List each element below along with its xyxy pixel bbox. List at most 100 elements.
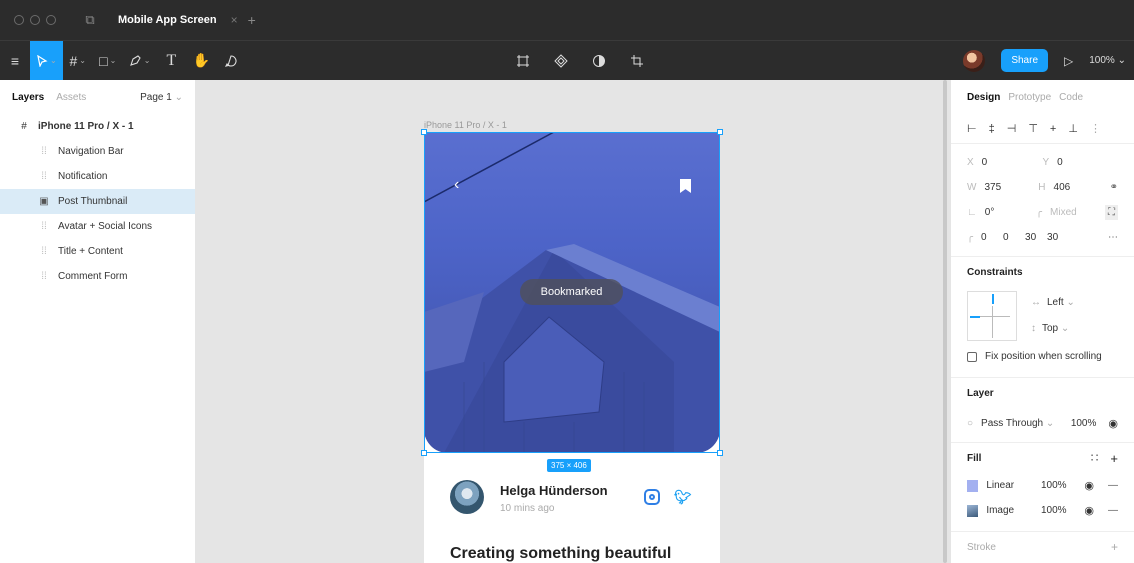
width-field[interactable]: W 375	[967, 182, 1038, 193]
fix-position-checkbox[interactable]	[967, 351, 977, 362]
corner-tl[interactable]: 0	[981, 232, 1003, 243]
corner-radius-value: Mixed	[1050, 207, 1077, 218]
vertical-arrows-icon: ↕	[1031, 323, 1036, 334]
tab-design[interactable]: Design	[967, 92, 1000, 103]
post-thumbnail-image[interactable]: ‹ Bookmarked	[424, 132, 720, 453]
zoom-level-dropdown[interactable]: 100% ⌄	[1089, 55, 1126, 66]
blend-mode-dropdown[interactable]: Pass Through ⌄	[981, 418, 1054, 429]
rotation-value: 0°	[984, 207, 995, 218]
fill-styles-icon[interactable]: ∷	[1091, 451, 1099, 465]
tab-layers[interactable]: Layers	[12, 92, 44, 103]
stroke-title: Stroke +	[951, 532, 1134, 562]
layer-avatar-social-icons[interactable]: ⁞⁞ Avatar + Social Icons	[0, 214, 195, 239]
tab-code[interactable]: Code	[1059, 92, 1083, 103]
layer-post-thumbnail[interactable]: ▣ Post Thumbnail	[0, 189, 195, 214]
align-bottom-icon[interactable]: ⊥	[1068, 122, 1078, 135]
height-field[interactable]: H 406	[1038, 182, 1109, 193]
image-swatch[interactable]	[967, 504, 979, 517]
close-window-button[interactable]	[14, 15, 24, 25]
add-stroke-icon[interactable]: +	[1111, 540, 1118, 554]
phone-frame[interactable]: ‹ Bookmarked Helga Hünderson 10 mins ago…	[424, 132, 720, 563]
layer-frame[interactable]: # iPhone 11 Pro / X - 1	[0, 114, 195, 139]
vertical-constraint-dropdown[interactable]: ↕ Top ⌄	[1031, 323, 1069, 334]
x-field[interactable]: X0	[967, 157, 1043, 168]
layer-label: Post Thumbnail	[58, 196, 128, 207]
corner-tr[interactable]: 0	[1003, 232, 1025, 243]
page-selector[interactable]: Page 1 ⌄	[140, 92, 183, 103]
tab-prototype[interactable]: Prototype	[1008, 92, 1051, 103]
align-top-icon[interactable]: ⊤	[1028, 122, 1038, 135]
back-chevron-icon[interactable]: ‹	[454, 176, 459, 194]
layer-comment-form[interactable]: ⁞⁞ Comment Form	[0, 264, 195, 289]
tab-assets[interactable]: Assets	[56, 92, 86, 103]
eye-icon[interactable]: ◉	[1108, 417, 1118, 430]
layer-section: Layer ○ Pass Through ⌄ 100% ◉	[951, 377, 1134, 438]
share-button[interactable]: Share	[1001, 49, 1049, 72]
remove-fill-icon[interactable]: —	[1108, 480, 1118, 491]
independent-corners-icon[interactable]: ⛶	[1105, 205, 1118, 220]
file-tab[interactable]: Mobile App Screen ×	[118, 6, 238, 34]
linear-swatch[interactable]	[967, 479, 979, 492]
align-center-v-icon[interactable]: +	[1050, 123, 1056, 135]
chevron-down-icon: ⌄	[109, 56, 117, 65]
frame-tool-button[interactable]: # ⌄	[63, 41, 93, 80]
crop-button[interactable]	[622, 41, 652, 80]
layer-notification[interactable]: ⁞⁞ Notification	[0, 164, 195, 189]
layer-navigation-bar[interactable]: ⁞⁞ Navigation Bar	[0, 139, 195, 164]
rotation-field[interactable]: ∟ 0°	[967, 207, 1036, 218]
minimize-window-button[interactable]	[30, 15, 40, 25]
mask-button[interactable]	[584, 41, 614, 80]
fill-title: Fill ∷ +	[951, 443, 1134, 473]
canvas[interactable]: iPhone 11 Pro / X - 1 ‹ Bookmarked Helga	[196, 80, 950, 563]
add-fill-icon[interactable]: +	[1110, 451, 1118, 466]
text-tool-button[interactable]: T	[156, 41, 186, 80]
instagram-icon[interactable]	[644, 489, 660, 505]
align-right-icon[interactable]: ⊣	[1007, 122, 1017, 135]
frame-label[interactable]: iPhone 11 Pro / X - 1	[424, 120, 507, 130]
corner-br[interactable]: 30	[1025, 232, 1047, 243]
twitter-icon[interactable]: 🐦︎	[674, 489, 692, 506]
author-name: Helga Hünderson	[500, 483, 608, 498]
group-icon: ⁞⁞	[41, 246, 47, 257]
close-tab-icon[interactable]: ×	[231, 13, 238, 27]
corner-radius-field[interactable]: ╭ Mixed	[1036, 207, 1105, 218]
create-component-button[interactable]	[508, 41, 538, 80]
maximize-window-button[interactable]	[46, 15, 56, 25]
text-icon: T	[166, 51, 177, 69]
remove-fill-icon[interactable]: —	[1108, 505, 1118, 516]
align-center-h-icon[interactable]: ‡	[989, 123, 995, 135]
layer-title-content[interactable]: ⁞⁞ Title + Content	[0, 239, 195, 264]
fill-section: Fill ∷ + Linear 100% ◉ — Image 100% ◉ —	[951, 442, 1134, 523]
eye-icon[interactable]: ◉	[1084, 504, 1094, 517]
hand-tool-button[interactable]: ✋	[186, 41, 216, 80]
fix-position-option[interactable]: Fix position when scrolling	[967, 351, 1102, 362]
constraint-widget[interactable]	[967, 291, 1017, 341]
figma-logo-icon[interactable]: ⧉	[82, 12, 98, 28]
shape-tool-button[interactable]: □ ⌄	[93, 41, 123, 80]
distribute-icon[interactable]: ⋮	[1090, 122, 1101, 135]
more-options-icon[interactable]: ⋯	[1108, 232, 1118, 243]
fill-opacity[interactable]: 100%	[1041, 505, 1084, 516]
constrain-proportions-icon[interactable]: ⚭	[1110, 182, 1118, 193]
horizontal-constraint-dropdown[interactable]: ↔ Left ⌄	[1031, 297, 1075, 308]
new-tab-button[interactable]: +	[248, 12, 256, 28]
comment-tool-button[interactable]	[216, 41, 246, 80]
fill-item-linear[interactable]: Linear 100% ◉ —	[951, 473, 1134, 498]
y-field[interactable]: Y0	[1043, 157, 1119, 168]
move-tool-button[interactable]: ⌄	[30, 41, 63, 80]
layer-opacity[interactable]: 100%	[1071, 418, 1097, 429]
present-play-icon[interactable]: ▷	[1064, 54, 1073, 68]
user-avatar[interactable]	[963, 49, 986, 72]
corner-bl[interactable]: 30	[1047, 232, 1069, 243]
canvas-scrollbar[interactable]	[943, 80, 947, 563]
main-menu-icon[interactable]: ≡	[0, 41, 30, 80]
fill-opacity[interactable]: 100%	[1041, 480, 1084, 491]
pen-tool-button[interactable]: ⌄	[123, 41, 157, 80]
align-left-icon[interactable]: ⊢	[967, 122, 977, 135]
author-avatar[interactable]	[450, 480, 484, 514]
chevron-down-icon: ⌄	[174, 91, 183, 103]
instance-button[interactable]	[546, 41, 576, 80]
fill-type: Image	[986, 505, 1015, 516]
eye-icon[interactable]: ◉	[1084, 479, 1094, 492]
fill-item-image[interactable]: Image 100% ◉ —	[951, 498, 1134, 523]
